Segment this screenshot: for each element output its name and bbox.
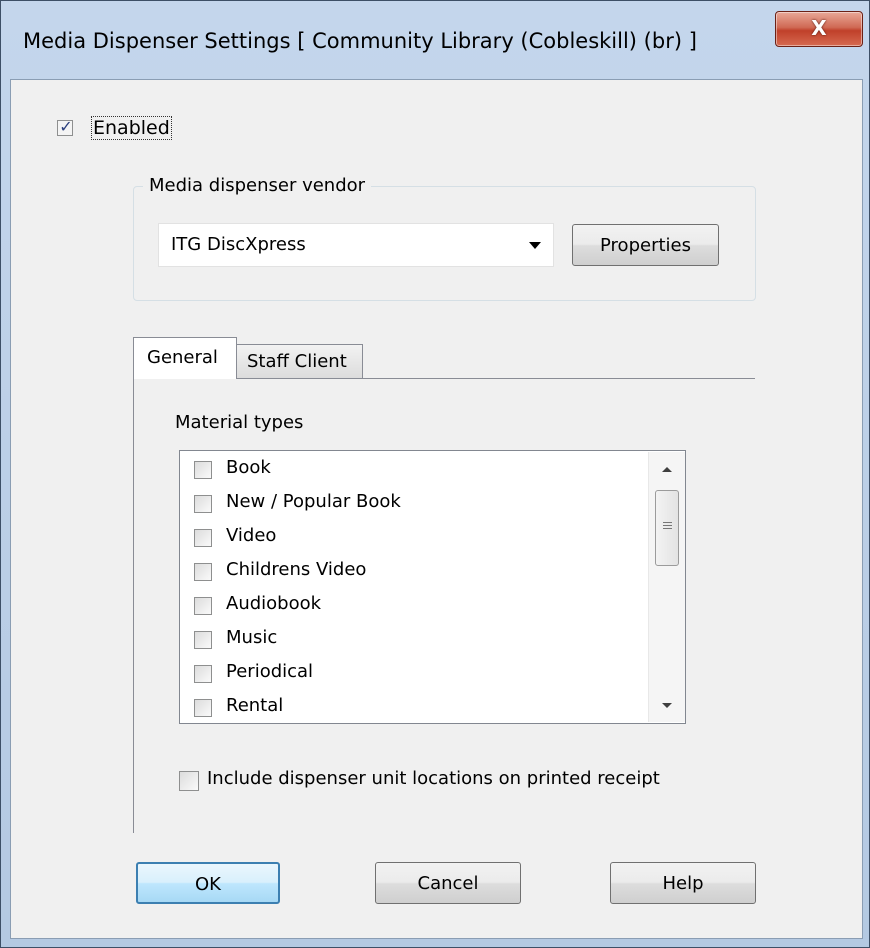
scroll-down-arrow-icon[interactable]	[662, 703, 672, 708]
vertical-scrollbar[interactable]	[648, 452, 685, 722]
material-label: Audiobook	[226, 593, 322, 614]
properties-button-label: Properties	[600, 235, 691, 256]
close-icon: X	[811, 16, 827, 40]
material-checkbox[interactable]	[194, 597, 212, 615]
material-checkbox[interactable]	[194, 631, 212, 649]
title-bar[interactable]: Media Dispenser Settings [ Community Lib…	[1, 1, 869, 79]
enabled-label[interactable]: Enabled	[91, 116, 172, 140]
material-label: Periodical	[226, 661, 314, 682]
material-checkbox[interactable]	[194, 461, 212, 479]
receipt-label: Include dispenser unit locations on prin…	[207, 768, 660, 789]
grip-icon	[663, 522, 672, 531]
vendor-group-label: Media dispenser vendor	[143, 175, 372, 196]
material-label: Music	[226, 627, 278, 648]
properties-button[interactable]: Properties	[572, 224, 719, 266]
material-label: Book	[226, 457, 271, 478]
cancel-button-label: Cancel	[417, 873, 479, 894]
material-checkbox[interactable]	[194, 563, 212, 581]
material-checkbox[interactable]	[194, 665, 212, 683]
chevron-down-icon	[529, 242, 541, 249]
vendor-select[interactable]: ITG DiscXpress	[158, 223, 554, 267]
ok-button[interactable]: OK	[136, 862, 280, 904]
material-label: New / Popular Book	[226, 491, 401, 512]
window-title: Media Dispenser Settings [ Community Lib…	[23, 29, 697, 53]
ok-button-label: OK	[195, 874, 221, 895]
help-button[interactable]: Help	[610, 862, 756, 904]
checkmark-icon: ✓	[59, 117, 73, 136]
material-checkbox[interactable]	[194, 699, 212, 717]
receipt-checkbox[interactable]	[179, 771, 199, 791]
vendor-select-value: ITG DiscXpress	[171, 234, 306, 255]
scroll-up-arrow-icon[interactable]	[662, 467, 672, 472]
material-checkbox[interactable]	[194, 529, 212, 547]
enabled-checkbox[interactable]: ✓	[57, 117, 73, 136]
dialog-body: ✓ Enabled Media dispenser vendor ITG Dis…	[10, 79, 863, 939]
help-button-label: Help	[662, 873, 704, 894]
scrollbar-thumb[interactable]	[655, 490, 679, 566]
tab-general[interactable]: General	[133, 337, 237, 379]
material-label: Rental	[226, 695, 284, 716]
material-checkbox[interactable]	[194, 495, 212, 513]
close-button[interactable]: X	[775, 11, 863, 47]
dialog-window: Media Dispenser Settings [ Community Lib…	[0, 0, 870, 948]
material-types-label: Material types	[175, 412, 304, 433]
cancel-button[interactable]: Cancel	[375, 862, 521, 904]
material-label: Video	[226, 525, 277, 546]
tab-staff-client[interactable]: Staff Client	[236, 344, 363, 379]
material-types-list[interactable]: Book New / Popular Book Video Childrens …	[179, 450, 686, 724]
material-label: Childrens Video	[226, 559, 367, 580]
